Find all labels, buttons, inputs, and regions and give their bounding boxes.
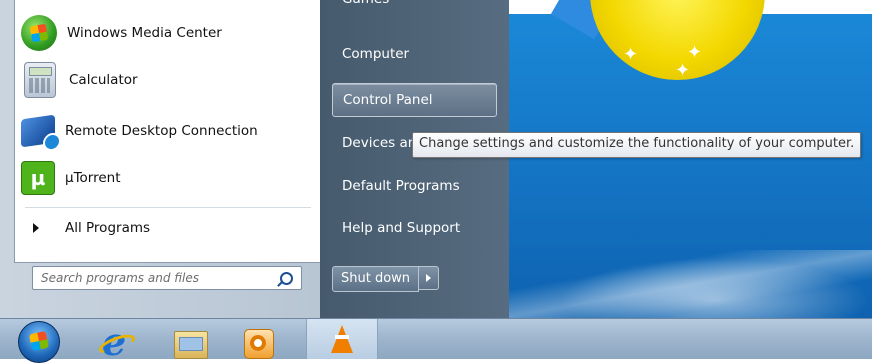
menu-item-help-and-support[interactable]: Help and Support (332, 211, 497, 245)
utorrent-icon: µ (21, 161, 55, 195)
program-label: Remote Desktop Connection (65, 123, 258, 139)
wallpaper-swoosh (505, 250, 872, 318)
search-input[interactable] (39, 270, 273, 286)
shutdown-options-arrow-icon[interactable] (419, 266, 440, 290)
menu-item-default-programs[interactable]: Default Programs (332, 169, 497, 203)
program-label: µTorrent (65, 170, 121, 186)
start-orb-icon[interactable] (18, 321, 60, 363)
menu-item-computer[interactable]: Computer (332, 37, 497, 71)
start-menu: Windows Media Center Calculator Remote D… (0, 0, 509, 318)
program-utorrent[interactable]: µ µTorrent (21, 158, 121, 198)
calculator-icon (24, 62, 56, 98)
taskbar (0, 318, 872, 364)
sparkle-icon: ✦ (675, 60, 691, 81)
program-remote-desktop-connection[interactable]: Remote Desktop Connection (21, 111, 258, 151)
windows-media-center-icon (21, 15, 57, 51)
divider (25, 207, 311, 208)
program-windows-media-center[interactable]: Windows Media Center (21, 13, 222, 53)
taskbar-button-vlc[interactable] (306, 319, 378, 359)
search-box[interactable] (32, 266, 302, 290)
sparkle-icon: ✦ (623, 44, 639, 65)
internet-explorer-icon[interactable] (96, 319, 132, 364)
all-programs-label: All Programs (65, 220, 151, 236)
shutdown-button[interactable]: Shut down (332, 266, 420, 292)
desktop-wallpaper: ✦ ✦ ✦ (505, 0, 872, 318)
program-label: Calculator (69, 72, 138, 88)
vlc-icon (331, 325, 353, 353)
shutdown-control: Shut down (332, 266, 440, 292)
all-programs-button[interactable]: All Programs (25, 220, 150, 236)
windows-explorer-icon[interactable] (172, 325, 208, 359)
media-player-icon[interactable] (240, 325, 276, 359)
program-calculator[interactable]: Calculator (21, 60, 138, 100)
remote-desktop-icon (21, 114, 55, 148)
programs-pane: Windows Media Center Calculator Remote D… (14, 0, 322, 263)
program-label: Windows Media Center (67, 25, 222, 41)
menu-item-control-panel[interactable]: Control Panel (332, 83, 497, 117)
search-icon[interactable] (280, 272, 293, 285)
control-panel-tooltip: Change settings and customize the functi… (412, 132, 862, 158)
arrow-right-icon (33, 223, 39, 233)
sparkle-icon: ✦ (687, 42, 703, 63)
menu-item-games[interactable]: Games (332, 0, 497, 16)
